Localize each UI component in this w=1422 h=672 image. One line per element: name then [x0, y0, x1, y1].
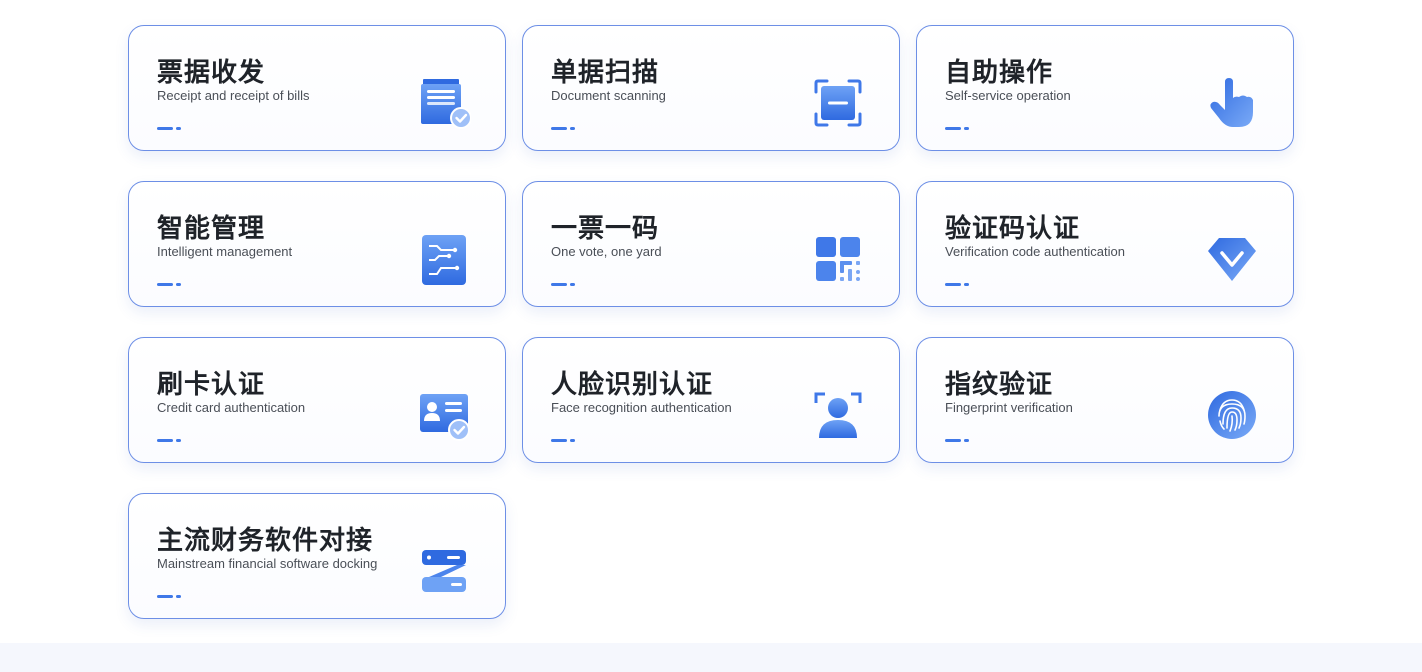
face-scan-icon — [811, 388, 865, 442]
feature-card-verification-code[interactable]: 验证码认证 Verification code authentication — [916, 181, 1294, 307]
card-accent-dash — [945, 127, 969, 130]
card-subtitle: Self-service operation — [945, 88, 1071, 103]
feature-card-finance-software-docking[interactable]: 主流财务软件对接 Mainstream financial software d… — [128, 493, 506, 619]
feature-card-face-recognition[interactable]: 人脸识别认证 Face recognition authentication — [522, 337, 900, 463]
card-accent-dash — [157, 127, 181, 130]
card-subtitle: Credit card authentication — [157, 400, 306, 415]
qr-code-icon — [811, 232, 865, 286]
card-accent-dash — [157, 595, 181, 598]
card-title: 人脸识别认证 — [551, 369, 714, 399]
card-accent-dash — [157, 439, 181, 442]
diamond-check-icon — [1205, 232, 1259, 286]
feature-card-one-ticket-one-code[interactable]: 一票一码 One vote, one yard — [522, 181, 900, 307]
feature-card-bill-receipt[interactable]: 票据收发 Receipt and receipt of bills — [128, 25, 506, 151]
card-title: 自助操作 — [945, 57, 1054, 87]
card-subtitle: Document scanning — [551, 88, 666, 103]
card-accent-dash — [157, 283, 181, 286]
card-subtitle: Fingerprint verification — [945, 400, 1073, 415]
card-accent-dash — [551, 127, 575, 130]
scan-frame-icon — [811, 76, 865, 130]
card-subtitle: Verification code authentication — [945, 244, 1125, 259]
feature-card-intelligent-management[interactable]: 智能管理 Intelligent management — [128, 181, 506, 307]
feature-card-card-authentication[interactable]: 刷卡认证 Credit card authentication — [128, 337, 506, 463]
feature-card-fingerprint[interactable]: 指纹验证 Fingerprint verification — [916, 337, 1294, 463]
card-subtitle: Intelligent management — [157, 244, 293, 259]
feature-card-self-service[interactable]: 自助操作 Self-service operation — [916, 25, 1294, 151]
card-subtitle: Face recognition authentication — [551, 400, 732, 415]
circuit-doc-icon — [417, 232, 471, 286]
bill-tray-icon — [417, 76, 471, 130]
footer-band — [0, 643, 1422, 672]
fingerprint-icon — [1205, 388, 1259, 442]
card-accent-dash — [551, 439, 575, 442]
card-title: 验证码认证 — [945, 213, 1081, 243]
pointing-hand-icon — [1205, 76, 1259, 130]
card-title: 票据收发 — [157, 57, 266, 87]
card-title: 指纹验证 — [945, 369, 1054, 399]
card-title: 智能管理 — [157, 213, 266, 243]
software-docking-icon — [417, 544, 471, 598]
card-accent-dash — [945, 283, 969, 286]
id-card-check-icon — [417, 388, 471, 442]
card-title: 一票一码 — [551, 213, 660, 243]
feature-card-document-scanning[interactable]: 单据扫描 Document scanning — [522, 25, 900, 151]
card-accent-dash — [551, 283, 575, 286]
card-subtitle: Receipt and receipt of bills — [157, 88, 310, 103]
card-title: 刷卡认证 — [157, 369, 266, 399]
card-accent-dash — [945, 439, 969, 442]
card-title: 单据扫描 — [551, 57, 660, 87]
card-title: 主流财务软件对接 — [157, 525, 374, 555]
card-subtitle: Mainstream financial software docking — [157, 556, 378, 571]
card-subtitle: One vote, one yard — [551, 244, 662, 259]
feature-grid: 票据收发 Receipt and receipt of bills 单据扫描 D… — [128, 25, 1294, 619]
